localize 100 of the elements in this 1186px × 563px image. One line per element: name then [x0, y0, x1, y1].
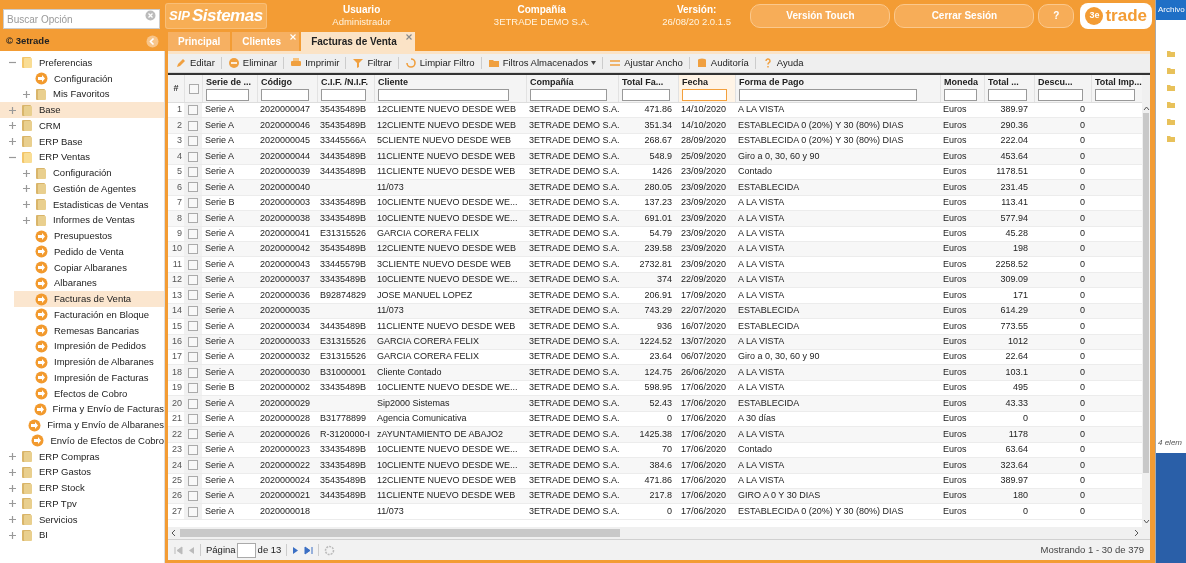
next-page-icon[interactable]	[292, 545, 300, 555]
column-header[interactable]: Total Imp...	[1095, 77, 1139, 88]
close-icon[interactable]	[405, 34, 412, 40]
filter-field[interactable]	[1095, 89, 1135, 101]
row-checkbox[interactable]	[188, 475, 198, 486]
row-checkbox[interactable]	[188, 305, 198, 316]
tree-item[interactable]: Mis Favoritos	[14, 86, 164, 103]
tree-item[interactable]: ERP Base	[0, 133, 164, 150]
row-checkbox[interactable]	[188, 182, 198, 193]
row-checkbox[interactable]	[188, 120, 198, 131]
filter-field[interactable]	[378, 89, 509, 101]
tree-item[interactable]: Base	[0, 102, 164, 118]
row-checkbox[interactable]	[188, 275, 198, 286]
toolbar-button[interactable]: Auditoría	[693, 55, 751, 71]
row-checkbox[interactable]	[188, 228, 198, 239]
scrollbar-thumb[interactable]	[180, 529, 620, 537]
expand-icon[interactable]	[8, 105, 17, 115]
row-checkbox[interactable]	[188, 413, 198, 424]
row-checkbox[interactable]	[188, 398, 198, 409]
tree-item[interactable]: Efectos de Cobro	[14, 385, 164, 402]
column-header[interactable]: Descu...	[1038, 77, 1088, 88]
filter-field[interactable]	[682, 89, 727, 101]
tab[interactable]: Facturas de Venta	[301, 32, 415, 51]
toolbar-button[interactable]: Filtros Almacenados	[485, 55, 599, 71]
scroll-down-icon[interactable]	[1142, 519, 1150, 525]
tree-item[interactable]: CRM	[0, 118, 164, 134]
row-checkbox[interactable]	[188, 197, 198, 208]
tree-item[interactable]: Informes de Ventas	[14, 212, 164, 229]
column-header[interactable]: Compañía	[530, 77, 615, 88]
toolbar-button[interactable]: Editar	[173, 55, 217, 71]
row-checkbox[interactable]	[188, 444, 198, 455]
filter-field[interactable]	[944, 89, 978, 101]
folder-icon[interactable]	[1167, 50, 1175, 57]
folder-icon[interactable]	[1167, 118, 1175, 125]
expand-icon[interactable]	[8, 137, 17, 147]
row-checkbox[interactable]	[188, 151, 198, 162]
filter-field[interactable]	[739, 89, 918, 101]
row-checkbox[interactable]	[188, 136, 198, 147]
row-checkbox[interactable]	[188, 259, 198, 270]
row-checkbox[interactable]	[188, 506, 198, 517]
tree-item[interactable]: Albaranes	[14, 275, 164, 292]
column-header[interactable]: Serie de ...	[206, 77, 254, 88]
tree-item[interactable]: Presupuestos	[14, 228, 164, 244]
expand-icon[interactable]	[8, 121, 17, 131]
expand-icon[interactable]	[22, 215, 31, 225]
expand-icon[interactable]	[8, 467, 17, 477]
expand-icon[interactable]	[22, 168, 31, 178]
column-header[interactable]: Cliente	[378, 77, 523, 88]
row-checkbox[interactable]	[188, 336, 198, 347]
expand-icon[interactable]	[22, 184, 31, 194]
row-checkbox[interactable]	[188, 290, 198, 301]
collapse-icon[interactable]	[146, 34, 159, 48]
folder-icon[interactable]	[1167, 135, 1175, 142]
scroll-left-icon[interactable]	[170, 529, 178, 537]
expand-icon[interactable]	[22, 89, 31, 99]
last-page-icon[interactable]	[304, 545, 314, 555]
folder-icon[interactable]	[1167, 101, 1175, 108]
previous-page-icon[interactable]	[188, 545, 195, 555]
row-checkbox[interactable]	[188, 105, 198, 116]
tree-item[interactable]: Servicios	[0, 511, 164, 528]
tree-item[interactable]: Pedido de Venta	[14, 244, 164, 260]
toolbar-button[interactable]: Limpiar Filtro	[402, 55, 477, 71]
column-header[interactable]: Total ...	[988, 77, 1031, 88]
scroll-right-icon[interactable]	[1132, 529, 1140, 537]
tree-item[interactable]: ERP Compras	[0, 448, 164, 465]
filter-field[interactable]	[988, 89, 1027, 101]
row-checkbox[interactable]	[188, 367, 198, 378]
column-header[interactable]: C.I.F. /N.I.F.	[321, 77, 371, 88]
filter-field[interactable]	[530, 89, 607, 101]
first-page-icon[interactable]	[174, 545, 183, 555]
tree-item[interactable]: ERP Gastos	[0, 464, 164, 481]
column-header[interactable]: Código	[261, 77, 314, 88]
tree-item[interactable]: Impresión de Albaranes	[14, 354, 164, 370]
tree-item[interactable]: ERP Tpv	[0, 496, 164, 512]
column-header[interactable]: Forma de Pago	[739, 77, 937, 88]
search-field[interactable]: Buscar Opción	[3, 9, 160, 29]
expand-icon[interactable]	[8, 515, 17, 525]
toolbar-button[interactable]: Filtrar	[350, 55, 394, 71]
tree-item[interactable]: Impresión de Facturas	[14, 370, 164, 386]
toolbar-button[interactable]: Ajustar Ancho	[607, 55, 685, 71]
column-header[interactable]: Moneda	[944, 77, 981, 88]
tree-item[interactable]: BI	[0, 527, 164, 544]
row-checkbox[interactable]	[188, 383, 198, 394]
refresh-icon[interactable]	[324, 544, 336, 556]
row-checkbox[interactable]	[188, 321, 198, 332]
row-checkbox[interactable]	[188, 213, 198, 224]
page-field[interactable]	[236, 542, 256, 558]
row-checkbox[interactable]	[188, 491, 198, 502]
tree-item[interactable]: Facturas de Venta	[14, 291, 164, 307]
tree-item[interactable]: Preferencias	[0, 55, 164, 71]
tree-item[interactable]: Gestión de Agentes	[14, 181, 164, 197]
row-checkbox[interactable]	[188, 166, 198, 177]
expand-icon[interactable]	[8, 499, 17, 509]
folder-icon[interactable]	[1167, 84, 1175, 91]
toolbar-button[interactable]: Ayuda	[759, 55, 806, 71]
expand-icon[interactable]	[22, 200, 31, 210]
row-checkbox[interactable]	[188, 460, 198, 471]
filter-field[interactable]	[261, 89, 309, 101]
tree-item[interactable]: Estadisticas de Ventas	[14, 196, 164, 213]
filter-field[interactable]	[206, 89, 250, 101]
